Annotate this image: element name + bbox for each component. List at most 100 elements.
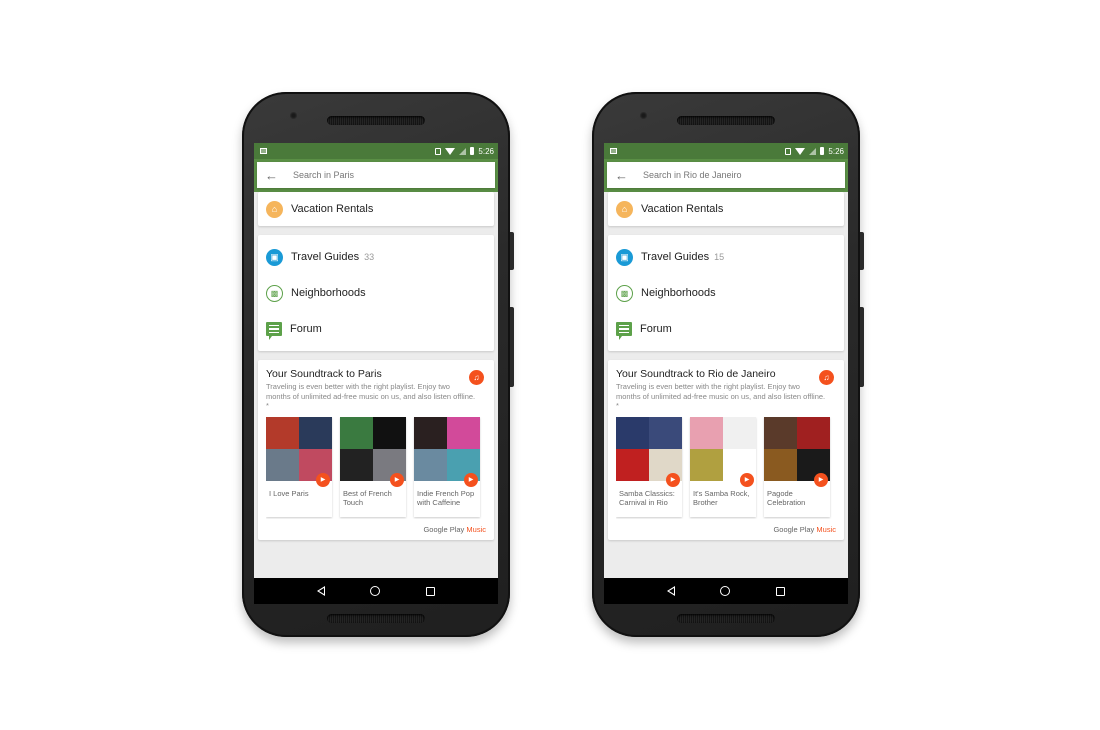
soundtrack-description: Traveling is even better with the right … (616, 382, 826, 410)
soundtrack-card: Your Soundtrack to Paris ♫ Traveling is … (258, 360, 494, 540)
soundtrack-title: Your Soundtrack to Paris (266, 368, 382, 380)
soundtrack-title: Your Soundtrack to Rio de Janeiro (616, 368, 776, 380)
play-icon[interactable]: ▶ (666, 472, 680, 487)
nav-item-count: 15 (714, 252, 725, 262)
playlist-card[interactable]: ▶ Samba Classics: Carnival in Rio (616, 416, 682, 517)
back-arrow-icon[interactable]: ← (615, 168, 643, 183)
album-cover (616, 416, 649, 449)
music-note-icon: ♫ (819, 370, 834, 385)
buildings-icon: ▩ (266, 284, 283, 302)
nav-item-label: Neighborhoods (291, 287, 366, 299)
album-cover (764, 416, 797, 449)
volume-button[interactable] (510, 307, 514, 387)
album-art-grid (764, 416, 830, 481)
buildings-icon: ▩ (616, 284, 633, 302)
signal-icon (809, 147, 817, 155)
playlist-card[interactable]: ▶ Indie French Pop with Caffeine (414, 416, 480, 517)
vacation-rentals-label: Vacation Rentals (641, 203, 724, 215)
album-art-grid (266, 416, 332, 481)
album-cover (797, 416, 830, 449)
back-triangle-icon[interactable] (316, 586, 325, 596)
play-icon[interactable]: ▶ (316, 472, 330, 487)
album-cover (649, 416, 682, 449)
screen: 5:26 ← ⌂ Vacation Rentals ▣ Travel Guide… (604, 143, 848, 578)
playlist-card[interactable]: ▶ It's Samba Rock, Brother (690, 416, 756, 517)
album-cover (340, 416, 373, 449)
search-bar: ← (257, 162, 495, 188)
image-notification-icon (260, 148, 267, 154)
album-cover (373, 416, 406, 449)
google-play-music-logo: Google Play Music (616, 525, 836, 534)
volume-button[interactable] (860, 307, 864, 387)
nav-item-neighborhoods[interactable]: ▩ Neighborhoods (608, 275, 844, 311)
book-icon: ▣ (266, 248, 283, 266)
brand-text: Google Play (423, 524, 465, 534)
play-icon[interactable]: ▶ (814, 472, 828, 487)
nav-item-label: Forum (290, 323, 322, 335)
recents-square-icon[interactable] (426, 586, 436, 596)
playlist-card[interactable]: ▶ Pagode Celebration (764, 416, 830, 517)
phone-paris: 5:26 ← ⌂ Vacation Rentals ▣ Travel Guide… (242, 92, 514, 637)
house-icon: ⌂ (266, 200, 283, 218)
play-icon[interactable]: ▶ (740, 472, 754, 487)
home-circle-icon[interactable] (720, 586, 731, 596)
android-nav-bar (254, 578, 498, 604)
status-time: 5:26 (478, 146, 494, 156)
play-icon[interactable]: ▶ (464, 472, 478, 487)
bottom-speaker (327, 614, 425, 623)
search-input[interactable] (643, 170, 823, 180)
status-time: 5:26 (828, 146, 844, 156)
nav-item-label: Travel Guides (641, 251, 710, 263)
home-circle-icon[interactable] (370, 586, 381, 596)
nav-item-forum[interactable]: Forum (608, 311, 844, 347)
nav-item-forum[interactable]: Forum (258, 311, 494, 347)
bottom-speaker (677, 614, 775, 623)
play-icon[interactable]: ▶ (390, 472, 404, 487)
album-cover (764, 448, 797, 481)
album-art-grid (414, 416, 480, 481)
vacation-rentals-item[interactable]: ⌂ Vacation Rentals (258, 192, 494, 226)
album-cover (690, 416, 723, 449)
brand-text: Google Play (773, 524, 815, 534)
music-note-icon: ♫ (469, 370, 484, 385)
playlist-card[interactable]: ▶ Best of French Touch (340, 416, 406, 517)
back-arrow-icon[interactable]: ← (265, 168, 293, 183)
nav-item-label: Travel Guides (291, 251, 360, 263)
google-play-music-logo: Google Play Music (266, 525, 486, 534)
playlist-carousel[interactable]: ▶ Samba Classics: Carnival in Rio ▶ It's… (616, 416, 836, 519)
album-cover (266, 416, 299, 449)
nav-item-label: Neighborhoods (641, 287, 716, 299)
book-icon: ▣ (616, 248, 633, 266)
phone-rio: 5:26 ← ⌂ Vacation Rentals ▣ Travel Guide… (592, 92, 864, 637)
search-header: ← (254, 159, 498, 192)
album-cover (723, 416, 756, 449)
playlist-carousel[interactable]: ▶ I Love Paris ▶ Best of French Touch ▶ … (266, 416, 486, 519)
nav-card: ▣ Travel Guides 15 ▩ Neighborhoods Forum (608, 235, 844, 351)
brand-accent-text: Music (816, 524, 836, 534)
album-cover (690, 448, 723, 481)
power-button[interactable] (860, 232, 864, 270)
album-cover (299, 416, 332, 449)
playlist-card[interactable]: ▶ I Love Paris (266, 416, 332, 517)
back-triangle-icon[interactable] (666, 586, 675, 596)
album-cover (414, 416, 447, 449)
earpiece-speaker (677, 116, 775, 125)
power-button[interactable] (510, 232, 514, 270)
nav-item-count: 33 (364, 252, 375, 262)
nav-item-label: Forum (640, 323, 672, 335)
vacation-rentals-item[interactable]: ⌂ Vacation Rentals (608, 192, 844, 226)
search-input[interactable] (293, 170, 473, 180)
image-notification-icon (610, 148, 617, 154)
search-header: ← (604, 159, 848, 192)
nav-item-travel-guides[interactable]: ▣ Travel Guides 33 (258, 239, 494, 275)
nav-card: ▣ Travel Guides 33 ▩ Neighborhoods Forum (258, 235, 494, 351)
vibrate-icon (785, 147, 792, 155)
nav-item-travel-guides[interactable]: ▣ Travel Guides 15 (608, 239, 844, 275)
front-camera (290, 112, 297, 119)
signal-icon (459, 147, 467, 155)
album-cover (266, 448, 299, 481)
recents-square-icon[interactable] (776, 586, 786, 596)
album-cover (447, 416, 480, 449)
nav-item-neighborhoods[interactable]: ▩ Neighborhoods (258, 275, 494, 311)
battery-icon (820, 147, 825, 155)
